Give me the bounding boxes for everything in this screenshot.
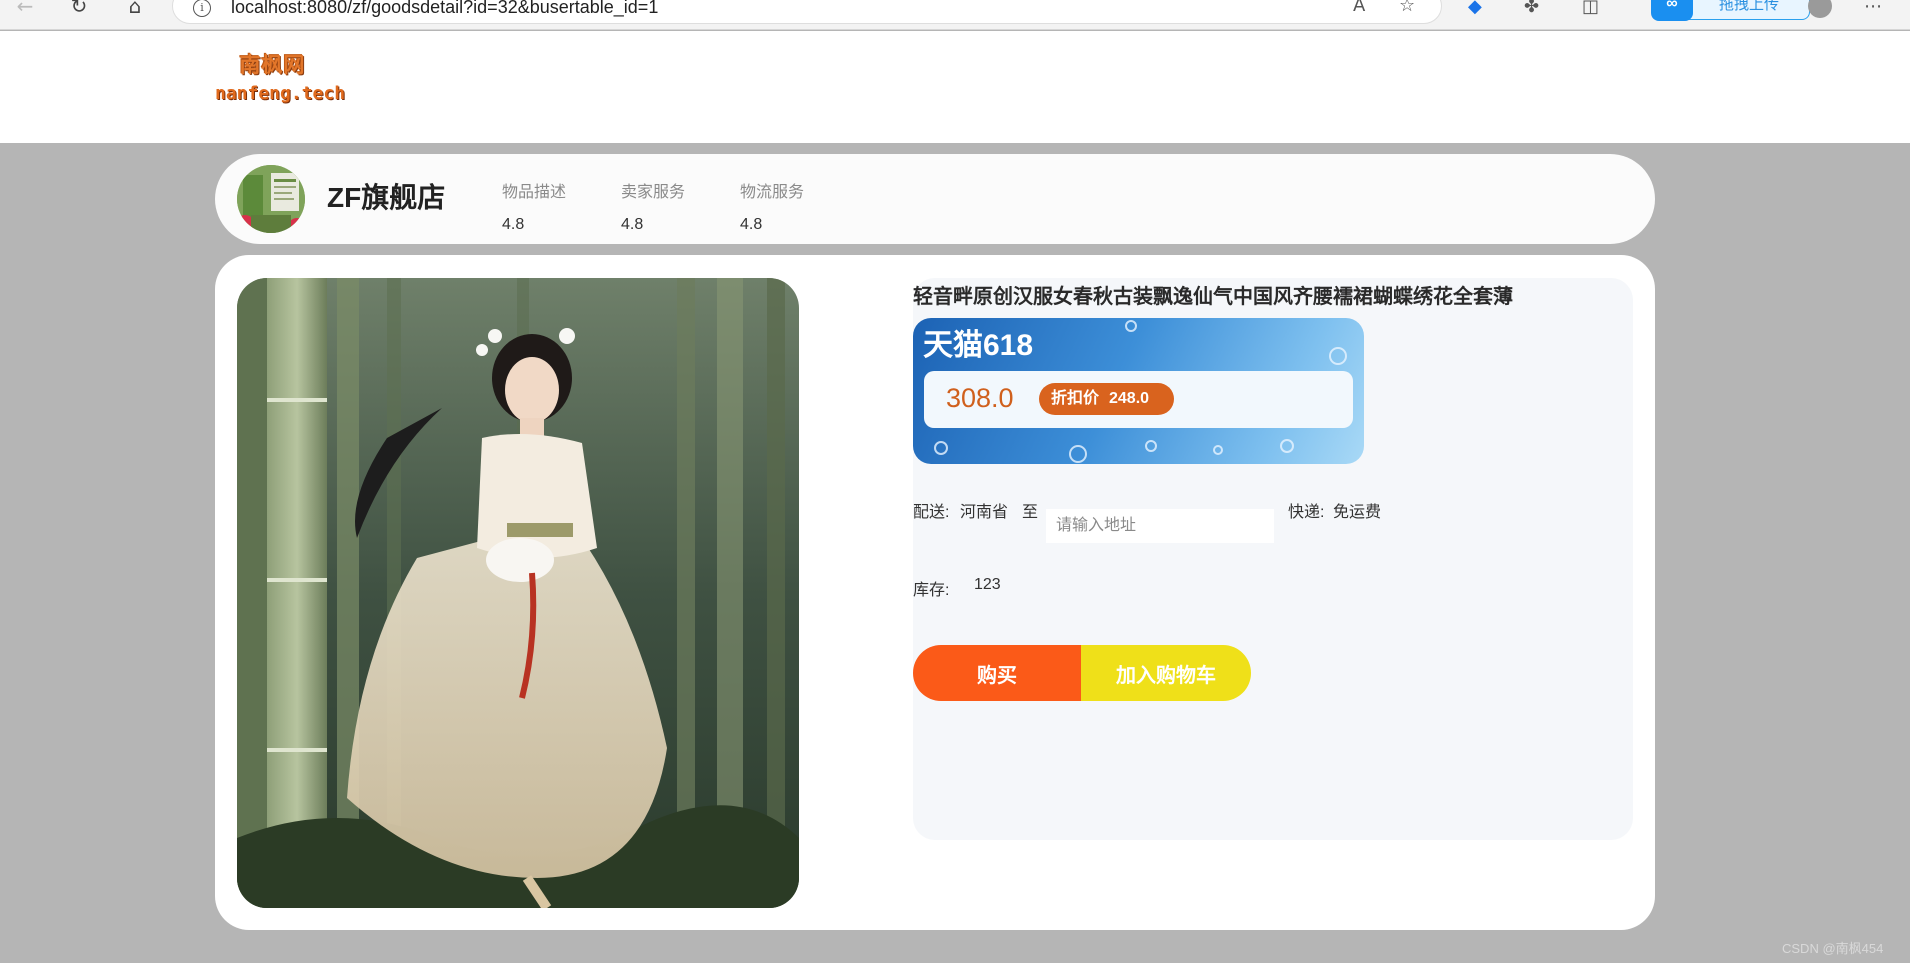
more-icon[interactable]: ⋯ xyxy=(1864,0,1882,16)
extension-icon[interactable]: ◆ xyxy=(1468,0,1482,16)
shop-info-bar: ZF旗舰店 物品描述 4.8 卖家服务 4.8 物流服务 4.8 xyxy=(215,154,1655,244)
watermark: CSDN @南枫454 xyxy=(1782,941,1884,956)
profile-avatar[interactable] xyxy=(1808,0,1832,18)
product-title: 轻音畔原创汉服女春秋古装飘逸仙气中国风齐腰襦裙蝴蝶绣花全套薄 xyxy=(913,286,1513,308)
split-screen-icon[interactable]: ◫ xyxy=(1582,0,1599,16)
back-icon[interactable]: ← xyxy=(12,0,38,22)
add-to-cart-button[interactable]: 加入购物车 xyxy=(1081,645,1251,701)
rating-seller-service: 卖家服务 4.8 xyxy=(621,178,711,234)
upload-label: 拖拽上传 xyxy=(1719,0,1780,13)
shop-avatar[interactable] xyxy=(237,165,305,233)
logo-line-1: 南枫网 xyxy=(239,52,306,77)
buy-button[interactable]: 购买 xyxy=(913,645,1081,701)
home-icon[interactable]: ⌂ xyxy=(122,0,148,22)
site-header: 南枫网 nanfeng.tech xyxy=(0,31,1910,143)
favorite-icon[interactable]: ☆ xyxy=(1399,0,1415,16)
express-value: 免运费 xyxy=(1333,504,1382,521)
refresh-icon[interactable]: ↻ xyxy=(66,0,92,22)
shipping-to: 至 xyxy=(1022,504,1039,521)
address-bar[interactable]: i localhost:8080/zf/goodsdetail?id=32&bu… xyxy=(172,0,1442,24)
drag-upload-button[interactable]: ∞ 拖拽上传 xyxy=(1651,0,1810,21)
browser-toolbar: ← ↻ ⌂ i localhost:8080/zf/goodsdetail?id… xyxy=(0,0,1910,30)
info-icon[interactable]: i xyxy=(193,0,211,17)
logo-line-2: nanfeng.tech xyxy=(215,83,346,104)
price-box: 308.0 折扣价 248.0 xyxy=(924,371,1353,428)
rating-value: 4.8 xyxy=(502,216,525,233)
discount-badge: 折扣价 248.0 xyxy=(1039,383,1174,415)
rating-description: 物品描述 4.8 xyxy=(502,178,592,234)
shipping-from: 河南省 xyxy=(960,504,1009,521)
stock-label: 库存: xyxy=(913,582,950,599)
puzzle-icon[interactable]: ✤ xyxy=(1524,0,1539,16)
product-image[interactable] xyxy=(237,278,799,908)
shipping-label: 配送: xyxy=(913,504,950,521)
discount-price: 248.0 xyxy=(1109,390,1150,407)
product-card: 轻音畔原创汉服女春秋古装飘逸仙气中国风齐腰襦裙蝴蝶绣花全套薄 天猫618 308… xyxy=(215,255,1655,930)
url-text[interactable]: localhost:8080/zf/goodsdetail?id=32&buse… xyxy=(231,0,658,18)
stock-value: 123 xyxy=(974,576,1001,593)
rating-value: 4.8 xyxy=(621,216,644,233)
shop-name[interactable]: ZF旗舰店 xyxy=(327,176,445,216)
original-price: 308.0 xyxy=(946,383,1014,413)
rating-logistics: 物流服务 4.8 xyxy=(740,178,830,234)
express-label: 快递: xyxy=(1288,504,1325,521)
rating-label: 卖家服务 xyxy=(621,184,686,201)
promo-banner: 天猫618 308.0 折扣价 248.0 xyxy=(913,318,1364,464)
rating-value: 4.8 xyxy=(740,216,763,233)
product-info-panel: 轻音畔原创汉服女春秋古装飘逸仙气中国风齐腰襦裙蝴蝶绣花全套薄 天猫618 308… xyxy=(913,278,1633,840)
upload-logo-icon: ∞ xyxy=(1651,0,1693,21)
action-buttons: 购买 加入购物车 xyxy=(913,645,1251,701)
read-aloud-icon[interactable]: A xyxy=(1353,0,1365,16)
address-input[interactable] xyxy=(1046,509,1274,543)
promo-title: 天猫618 xyxy=(923,329,1034,362)
rating-label: 物流服务 xyxy=(740,184,805,201)
site-logo[interactable]: 南枫网 nanfeng.tech xyxy=(215,49,346,113)
rating-label: 物品描述 xyxy=(502,184,567,201)
discount-label: 折扣价 xyxy=(1051,390,1100,407)
